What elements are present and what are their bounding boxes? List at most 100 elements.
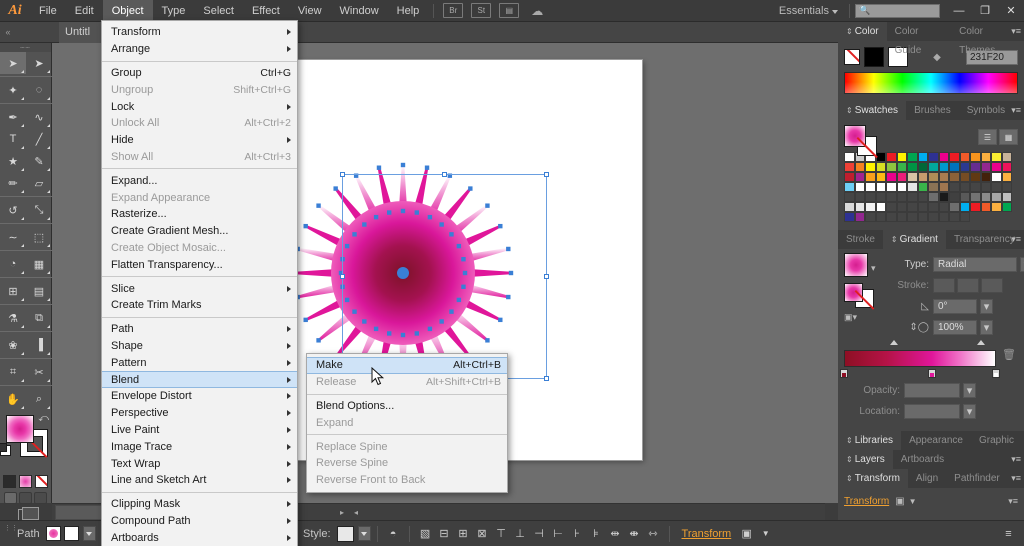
gradient-stop[interactable] [840,369,848,378]
gradient-tool[interactable]: ▤ [26,280,52,302]
swatch-cell[interactable] [938,152,949,162]
paintbrush-tool[interactable]: ✎ [26,150,52,172]
stroke-across-icon[interactable] [981,278,1003,293]
anchor-point[interactable] [376,165,382,170]
mesh-tool[interactable]: ⊞ [0,280,26,302]
object-menu-item-text-wrap[interactable]: Text Wrap [102,455,297,472]
swatch-cell[interactable] [1001,172,1012,182]
menu-object[interactable]: Object [102,0,153,22]
swatch-cell[interactable] [991,182,1002,192]
swatch-cell[interactable] [907,152,918,162]
pen-tool[interactable]: ✒ [0,106,26,128]
swatch-cell[interactable] [844,152,855,162]
menu-file[interactable]: File [30,0,66,22]
swatch-cell[interactable] [970,202,981,212]
magic-wand-tool[interactable]: ✦ [0,79,26,101]
swatch-cell[interactable] [938,172,949,182]
tab-artboards[interactable]: Artboards [893,450,952,469]
swatch-cell[interactable] [938,202,949,212]
swatch-cell[interactable] [949,172,960,182]
shape-tool[interactable]: ★ [0,150,26,172]
gradient-midpoint[interactable] [977,340,986,345]
swatch-cell[interactable] [949,202,960,212]
object-menu-item-create-gradient-mesh[interactable]: Create Gradient Mesh... [102,223,297,240]
color-button[interactable] [3,475,16,488]
swatch-cell[interactable] [907,202,918,212]
artboard-tool[interactable]: ⌗ [0,361,26,383]
swatch-cell[interactable] [928,152,939,162]
swatch-cell[interactable] [970,192,981,202]
swatch-cell[interactable] [886,162,897,172]
object-menu-item-path[interactable]: Path [102,321,297,338]
anchor-point[interactable] [316,203,321,208]
transform-options-icon[interactable]: ▣ [737,525,756,543]
draw-normal-button[interactable] [4,492,17,504]
gradient-aspect-input[interactable]: 100% [933,320,977,335]
swatch-cell[interactable] [991,192,1002,202]
selection-tool[interactable]: ➤ [0,52,26,74]
swatch-cell[interactable] [949,182,960,192]
scale-tool[interactable]: ⤡ [26,199,52,221]
list-view-icon[interactable]: ☰ [978,129,997,145]
none-button[interactable] [35,475,48,488]
line-segment-tool[interactable]: ╱ [26,128,52,150]
swap-fill-stroke-icon[interactable]: ⤺ [38,413,49,424]
swatch-cell[interactable] [917,202,928,212]
transform-link-label[interactable]: Transform [844,496,889,507]
selection-handle[interactable] [340,172,345,177]
pencil-tool[interactable]: ✏ [0,172,26,194]
selection-handle[interactable] [442,172,447,177]
selection-handle[interactable] [340,274,345,279]
workspace-switcher[interactable]: Essentials [773,5,844,17]
gradient-slider-bar[interactable] [844,350,996,367]
swatch-cell[interactable] [991,152,1002,162]
object-menu-item-create-trim-marks[interactable]: Create Trim Marks [102,297,297,314]
swatch-cell[interactable] [980,152,991,162]
chevron-down-icon[interactable]: ▾ [871,263,876,274]
swatch-cell[interactable] [844,192,855,202]
distribute-center-h-icon[interactable]: ⇼ [625,525,644,543]
swatch-cell[interactable] [917,162,928,172]
swatch-cell[interactable] [875,182,886,192]
delete-stop-icon[interactable]: 🗑 [1002,348,1016,361]
gradient-location-input[interactable] [904,404,960,419]
distribute-top-icon[interactable]: ⊢ [549,525,568,543]
swatch-cell[interactable] [938,212,949,222]
align-top-icon[interactable]: ⊤ [492,525,511,543]
swatch-cell[interactable] [970,182,981,192]
stock-icon[interactable]: St [471,3,492,18]
swatch-cell[interactable] [959,182,970,192]
object-menu-item-flatten-transparency[interactable]: Flatten Transparency... [102,256,297,273]
distribute-right-icon[interactable]: ⇿ [644,525,663,543]
swatch-cell[interactable] [875,172,886,182]
gradient-type-select[interactable]: Radial [933,257,1017,272]
object-menu-item-clipping-mask[interactable]: Clipping Mask [102,496,297,513]
swatch-cell[interactable] [844,162,855,172]
gradient-button[interactable] [19,475,32,488]
swatch-cell[interactable] [917,192,928,202]
swatch-cell[interactable] [959,152,970,162]
tab-transform[interactable]: ⇕ Transform [838,469,908,488]
direct-selection-tool[interactable]: ➤ [26,52,52,74]
stroke-within-icon[interactable] [933,278,955,293]
swatch-cell[interactable] [865,162,876,172]
cloud-sync-icon[interactable]: ☁ [527,3,547,18]
object-menu-item-line-and-sketch-art[interactable]: Line and Sketch Art [102,472,297,489]
object-menu-item-group[interactable]: Group Ctrl+G [102,65,297,82]
swatch-cell[interactable] [917,172,928,182]
draw-behind-button[interactable] [19,492,32,504]
swatch-cell[interactable] [917,182,928,192]
object-menu-item-rasterize[interactable]: Rasterize... [102,206,297,223]
swatch-cell[interactable] [865,202,876,212]
swatch-cell[interactable] [949,152,960,162]
selection-handle[interactable] [544,172,549,177]
object-menu-item-slice[interactable]: Slice [102,280,297,297]
column-graph-tool[interactable]: ▐ [26,334,52,356]
align-right-icon[interactable]: ⊠ [473,525,492,543]
object-menu-item-expand[interactable]: Expand... [102,172,297,189]
swatch-cell[interactable] [928,212,939,222]
width-tool[interactable]: ∼ [0,226,26,248]
swatch-cell[interactable] [928,182,939,192]
selection-handle[interactable] [544,376,549,381]
menu-edit[interactable]: Edit [66,0,103,22]
